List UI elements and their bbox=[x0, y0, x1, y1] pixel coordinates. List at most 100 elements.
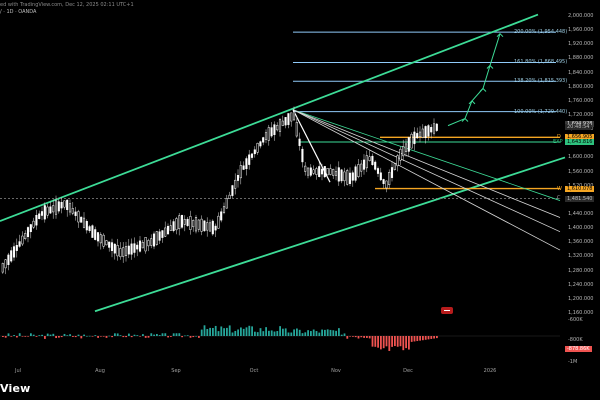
indicator-bar bbox=[424, 336, 427, 340]
indicator-bar bbox=[321, 329, 323, 336]
candle-body bbox=[267, 127, 270, 141]
candle-body bbox=[365, 155, 368, 169]
indicator-bar bbox=[282, 328, 284, 336]
candle-body bbox=[85, 221, 88, 231]
candle-body bbox=[376, 168, 380, 174]
price-chart[interactable] bbox=[0, 0, 600, 400]
price-tick-label: 1,440.000 bbox=[568, 211, 594, 217]
candle-body bbox=[68, 203, 72, 213]
indicator-bar bbox=[44, 336, 46, 339]
indicator-bar bbox=[405, 336, 407, 349]
indicator-bar bbox=[371, 336, 374, 347]
candle-body bbox=[119, 248, 122, 258]
candle-body bbox=[402, 145, 405, 157]
indicator-bar bbox=[307, 330, 309, 336]
flag-icon[interactable] bbox=[441, 307, 453, 314]
candle-body bbox=[326, 167, 329, 176]
candle-body bbox=[382, 179, 385, 184]
indicator-tick-label: -800K bbox=[568, 337, 583, 343]
indicator-value-tag: -878.86K bbox=[565, 346, 592, 352]
indicator-bar bbox=[304, 332, 307, 336]
price-tick-label: 1,760.000 bbox=[568, 97, 594, 104]
indicator-bar bbox=[248, 325, 251, 336]
fib-level-label: 100.00% (1,729.440) bbox=[514, 108, 568, 115]
candle-body bbox=[1, 263, 4, 273]
indicator-bar bbox=[228, 325, 231, 336]
indicator-bar bbox=[402, 336, 405, 351]
candle-body bbox=[147, 240, 150, 247]
price-tick-label: 1,320.000 bbox=[568, 253, 594, 260]
indicator-bar bbox=[186, 335, 189, 336]
indicator-bar bbox=[217, 331, 220, 336]
indicator-bar bbox=[74, 336, 77, 338]
indicator-bar bbox=[329, 329, 332, 336]
candle-body bbox=[278, 119, 282, 132]
price-tag: 1,643.816 bbox=[565, 138, 595, 145]
candle-body bbox=[136, 244, 139, 250]
candle-body bbox=[332, 169, 335, 176]
candle-body bbox=[133, 243, 136, 253]
candle-body bbox=[21, 235, 24, 245]
price-tick-label: 1,240.000 bbox=[568, 281, 594, 288]
indicator-bar bbox=[287, 332, 290, 336]
candle-body bbox=[287, 113, 290, 125]
candle-body bbox=[35, 215, 38, 226]
candle-body bbox=[239, 165, 242, 179]
indicator-bar bbox=[27, 336, 29, 337]
candle-body bbox=[178, 215, 181, 229]
indicator-bar bbox=[4, 336, 7, 338]
price-tick-label: 1,400.000 bbox=[568, 225, 594, 232]
indicator-bar bbox=[77, 334, 80, 336]
candle-body bbox=[323, 166, 326, 178]
indicator-bar bbox=[385, 336, 388, 347]
candle-body bbox=[200, 218, 203, 232]
candle-body bbox=[290, 112, 293, 122]
indicator-bar bbox=[60, 336, 63, 338]
indicator-bar bbox=[203, 325, 206, 336]
candle-body bbox=[379, 172, 382, 181]
candle-body bbox=[390, 167, 394, 178]
indicator-bar bbox=[326, 329, 329, 336]
indicator-bar bbox=[419, 336, 421, 341]
indicator-bar bbox=[30, 333, 32, 336]
indicator-bar bbox=[433, 336, 435, 339]
candle-body bbox=[292, 111, 296, 121]
indicator-bar bbox=[380, 336, 382, 350]
indicator-bar bbox=[94, 335, 97, 336]
indicator-bar bbox=[105, 336, 108, 338]
indicator-bar bbox=[181, 336, 183, 338]
indicator-bar bbox=[200, 329, 203, 336]
candle-body bbox=[284, 117, 287, 126]
indicator-bar bbox=[366, 336, 368, 338]
indicator-bar bbox=[226, 327, 228, 336]
time-tick-label: Aug bbox=[95, 368, 105, 374]
indicator-bar bbox=[156, 333, 158, 336]
price-tick-label: 2,000.000 bbox=[568, 13, 594, 19]
candle-body bbox=[427, 125, 430, 137]
candle-body bbox=[407, 137, 410, 152]
indicator-bar bbox=[16, 336, 18, 338]
candle-body bbox=[194, 217, 198, 232]
candle-body bbox=[385, 180, 388, 189]
indicator-bar bbox=[276, 331, 279, 336]
candle-body bbox=[46, 206, 49, 216]
indicator-bar bbox=[10, 336, 13, 337]
indicator-bar bbox=[399, 336, 402, 347]
candle-body bbox=[175, 218, 178, 231]
indicator-bar bbox=[394, 336, 396, 347]
indicator-bar bbox=[24, 336, 27, 337]
indicator-bar bbox=[408, 336, 410, 350]
candle-body bbox=[192, 220, 195, 228]
candle-body bbox=[245, 158, 248, 170]
time-tick-label: Jul bbox=[14, 368, 22, 374]
candle-body bbox=[234, 179, 237, 189]
candle-body bbox=[180, 215, 184, 228]
indicator-bar bbox=[170, 336, 172, 337]
candle-body bbox=[29, 224, 32, 233]
candle-body bbox=[211, 220, 214, 235]
candle-body bbox=[315, 168, 318, 175]
indicator-bar bbox=[332, 330, 335, 336]
candle-body bbox=[77, 211, 80, 223]
candle-body bbox=[432, 123, 436, 134]
candle-body bbox=[141, 242, 144, 249]
